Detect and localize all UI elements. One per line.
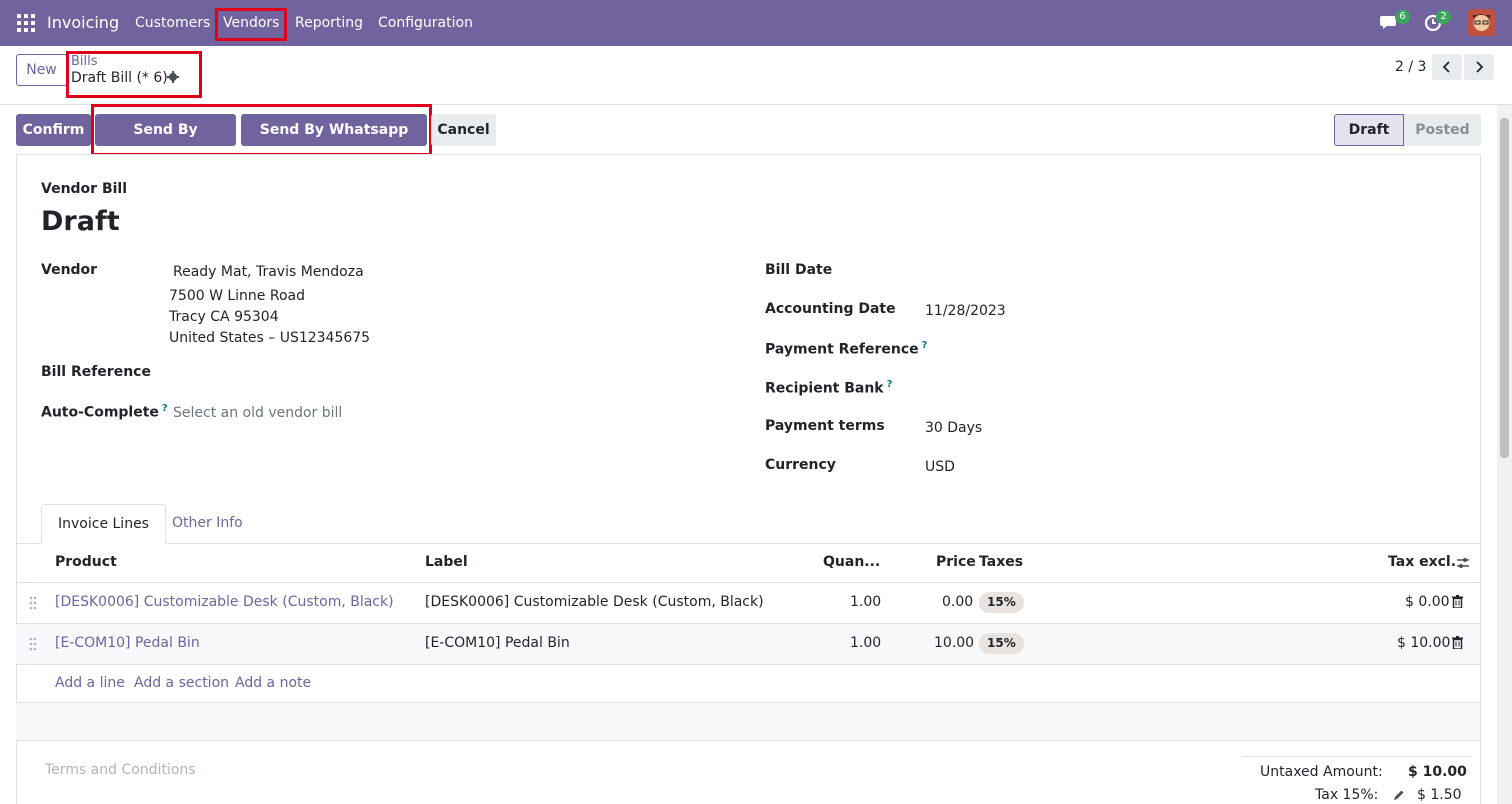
user-avatar[interactable] <box>1468 9 1495 36</box>
cell-label[interactable]: [DESK0006] Customizable Desk (Custom, Bl… <box>425 594 764 610</box>
table-row[interactable]: [DESK0006] Customizable Desk (Custom, Bl… <box>16 583 1480 624</box>
payment-reference-label: Payment Reference? <box>765 340 927 358</box>
payment-reference-label-text: Payment Reference <box>765 341 919 358</box>
page-scrollbar[interactable] <box>1497 105 1512 804</box>
vendor-address-line: United States – US12345675 <box>169 330 371 346</box>
stage-draft[interactable]: Draft <box>1334 114 1404 146</box>
column-tax-excl[interactable]: Tax excl. <box>1388 554 1456 570</box>
cell-quantity[interactable]: 1.00 <box>850 594 881 610</box>
activities-badge: 2 <box>1436 10 1451 24</box>
recipient-bank-label-text: Recipient Bank <box>765 380 884 397</box>
auto-complete-label: Auto-Complete? <box>41 403 168 421</box>
highlight-box-breadcrumb <box>66 51 202 98</box>
currency-input[interactable]: USD <box>925 459 955 475</box>
bill-date-label: Bill Date <box>765 262 833 278</box>
chevron-right-icon <box>1476 61 1484 73</box>
auto-complete-input[interactable]: Select an old vendor bill <box>173 405 342 421</box>
highlight-box-vendors <box>215 8 287 41</box>
accounting-date-input[interactable]: 11/28/2023 <box>925 303 1006 319</box>
column-product[interactable]: Product <box>55 554 117 570</box>
cell-price[interactable]: 10.00 <box>934 635 974 651</box>
currency-label: Currency <box>765 457 836 473</box>
column-taxes[interactable]: Taxes <box>979 554 1023 570</box>
pencil-icon[interactable] <box>1393 789 1405 801</box>
app-name[interactable]: Invoicing <box>47 13 119 32</box>
column-price[interactable]: Price <box>936 554 976 570</box>
pager-next-button[interactable] <box>1464 54 1494 80</box>
add-note-link[interactable]: Add a note <box>235 675 311 691</box>
tab-other-info[interactable]: Other Info <box>156 504 259 544</box>
new-button[interactable]: New <box>16 54 67 86</box>
optional-columns-icon[interactable] <box>1456 556 1470 570</box>
pager-value[interactable]: 2 / 3 <box>1395 59 1426 75</box>
table-header: Product Label Quan... Price Taxes Tax ex… <box>16 543 1480 583</box>
stage-posted[interactable]: Posted <box>1404 114 1481 146</box>
add-line-link[interactable]: Add a line <box>55 675 125 691</box>
cell-subtotal: $ 10.00 <box>1397 635 1451 651</box>
table-row[interactable]: [E-COM10] Pedal Bin [E-COM10] Pedal Bin … <box>16 624 1480 665</box>
document-type: Vendor Bill <box>41 181 128 197</box>
recipient-bank-label: Recipient Bank? <box>765 379 892 397</box>
confirm-button[interactable]: Confirm <box>16 114 91 146</box>
payment-terms-label: Payment terms <box>765 418 885 434</box>
menu-reporting[interactable]: Reporting <box>295 15 363 31</box>
tab-invoice-lines[interactable]: Invoice Lines <box>41 504 166 544</box>
help-tooltip-icon[interactable]: ? <box>887 379 893 390</box>
column-label[interactable]: Label <box>425 554 468 570</box>
messages-badge: 6 <box>1395 10 1410 24</box>
pager-previous-button[interactable] <box>1432 54 1462 80</box>
cell-product[interactable]: [E-COM10] Pedal Bin <box>55 635 200 651</box>
totals-box <box>1242 756 1471 757</box>
notebook-tabs: Invoice Lines Other Info <box>16 504 1480 544</box>
highlight-box-whatsapp-buttons <box>91 104 432 156</box>
document-name: Draft <box>41 206 120 237</box>
trash-icon[interactable] <box>1452 636 1463 649</box>
drag-handle-icon[interactable] <box>28 596 38 610</box>
status-bar: Confirm Send By Whatsapp Send By Whatsap… <box>0 104 1497 170</box>
cell-quantity[interactable]: 1.00 <box>850 635 881 651</box>
menu-customers[interactable]: Customers <box>135 15 210 31</box>
vendor-address-line: 7500 W Linne Road <box>169 288 306 304</box>
auto-complete-label-text: Auto-Complete <box>41 404 159 421</box>
trash-icon[interactable] <box>1452 595 1463 608</box>
vendor-input[interactable]: Ready Mat, Travis Mendoza <box>173 264 364 280</box>
help-tooltip-icon[interactable]: ? <box>922 340 928 351</box>
scrollbar-thumb[interactable] <box>1500 118 1509 458</box>
control-panel: New Bills Draft Bill (* 6) 2 / 3 <box>0 46 1512 105</box>
top-navbar: Invoicing Customers Vendors Reporting Co… <box>0 0 1512 46</box>
tax-badge[interactable]: 15% <box>979 633 1024 654</box>
accounting-date-label: Accounting Date <box>765 301 896 317</box>
menu-configuration[interactable]: Configuration <box>378 15 473 31</box>
cell-price[interactable]: 0.00 <box>942 594 973 610</box>
cell-subtotal: $ 0.00 <box>1405 594 1450 610</box>
untaxed-amount-value: $ 10.00 <box>1408 764 1467 780</box>
bill-reference-label: Bill Reference <box>41 364 151 380</box>
drag-handle-icon[interactable] <box>28 637 38 651</box>
chevron-left-icon <box>1442 61 1450 73</box>
payment-terms-input[interactable]: 30 Days <box>925 420 982 436</box>
column-quantity[interactable]: Quan... <box>823 554 880 570</box>
cell-label[interactable]: [E-COM10] Pedal Bin <box>425 635 570 651</box>
empty-row <box>16 703 1480 741</box>
help-tooltip-icon[interactable]: ? <box>162 403 168 414</box>
add-section-link[interactable]: Add a section <box>134 675 229 691</box>
vendor-label: Vendor <box>41 262 98 278</box>
untaxed-amount-label: Untaxed Amount: <box>1260 764 1383 780</box>
vendor-address-line: Tracy CA 95304 <box>169 309 279 325</box>
cancel-button[interactable]: Cancel <box>431 114 496 146</box>
terms-and-conditions-input[interactable]: Terms and Conditions <box>45 762 196 778</box>
invoice-lines-table: Product Label Quan... Price Taxes Tax ex… <box>16 543 1480 741</box>
tax-badge[interactable]: 15% <box>979 592 1024 613</box>
tax-label: Tax 15%: <box>1315 787 1379 803</box>
add-controls-row: Add a line Add a section Add a note <box>16 665 1480 703</box>
tax-value: $ 1.50 <box>1417 787 1462 803</box>
apps-menu-icon[interactable] <box>17 14 35 32</box>
cell-product[interactable]: [DESK0006] Customizable Desk (Custom, Bl… <box>55 594 394 610</box>
